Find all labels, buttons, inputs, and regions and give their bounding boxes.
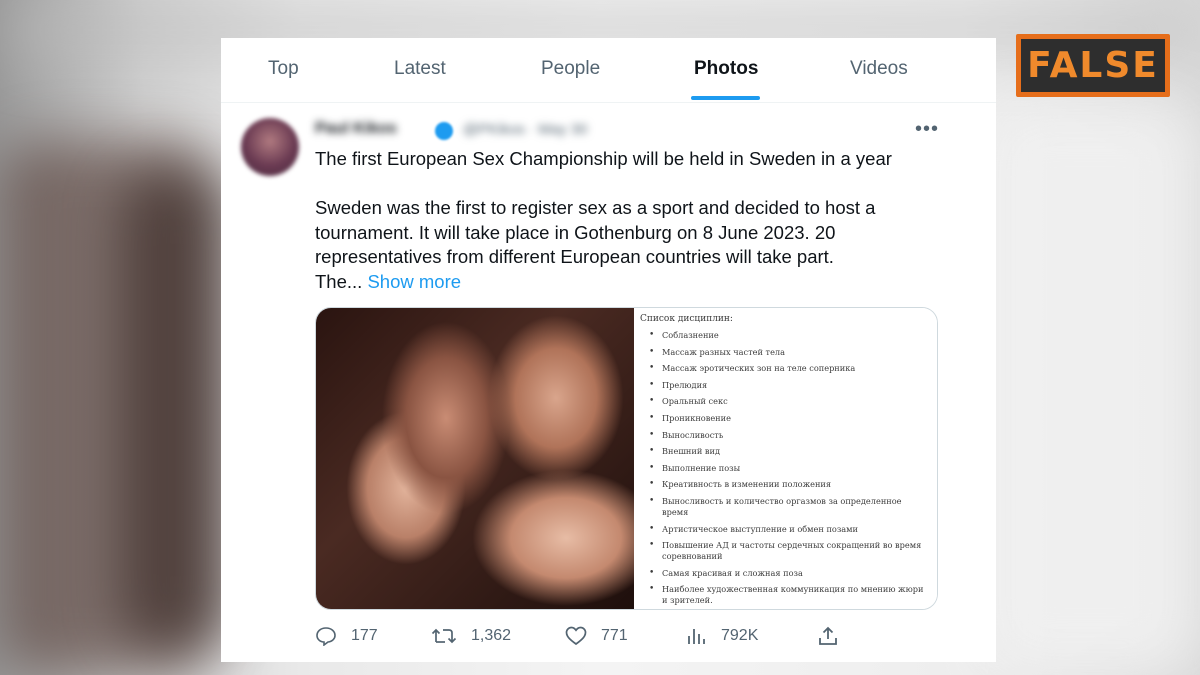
tweet-media[interactable]: Список дисциплин: Соблазнение Массаж разн… [315,307,938,610]
tweet-line-5: The... Show more [315,270,935,295]
discipline-item: Креативность в изменении положения [634,479,934,490]
show-more-link[interactable]: Show more [367,271,461,292]
tab-videos[interactable]: Videos [850,58,908,80]
tweet-text: The first European Sex Championship will… [315,147,935,294]
false-verdict-badge: FALSE [1016,34,1170,97]
background-blur-image [120,170,230,650]
discipline-item: Артистическое выступление и обмен позами [634,524,934,535]
retweet-icon [431,628,457,644]
retweet-count: 1,362 [471,627,512,644]
discipline-item: Наиболее художественная коммуникация по … [634,584,934,606]
discipline-item: Выносливость и количество оргазмов за оп… [634,496,934,518]
author-name[interactable]: Paul Kikos [315,120,397,138]
discipline-list: Соблазнение Массаж разных частей тела Масс… [634,330,934,609]
tweet-line-2: Sweden was the first to register sex as … [315,197,876,218]
tweet-line-3: tournament. It will take place in Gothen… [315,221,836,243]
tab-latest[interactable]: Latest [394,58,446,80]
discipline-item: Массаж эротических зон на теле соперника [634,363,934,374]
author-handle-and-date: @PKikos · May 30 [463,121,588,138]
discipline-item: Повышение АД и частоты сердечных сокраще… [634,540,934,562]
search-tabs: Top Latest People Photos Videos [221,38,996,103]
active-tab-indicator [691,96,760,100]
media-photo[interactable] [316,308,634,609]
share-icon [819,626,837,645]
discipline-item: Выносливость [634,430,934,441]
false-label: FALSE [1021,39,1165,92]
tab-people[interactable]: People [541,58,600,80]
media-discipline-list-image[interactable]: Список дисциплин: Соблазнение Массаж разн… [634,308,937,609]
tweet-line-4: representatives from different European … [315,246,834,267]
tweet-actions: 177 1,362 771 792K [315,624,935,648]
avatar[interactable] [241,118,299,176]
tab-top[interactable]: Top [268,58,299,80]
discipline-item: Внешний вид [634,446,934,457]
view-count: 792K [721,627,759,644]
discipline-item: Массаж разных частей тела [634,347,934,358]
discipline-item: Соблазнение [634,330,934,341]
discipline-item: Выполнение позы [634,463,934,474]
verified-badge-icon [435,122,453,140]
list-title: Список дисциплин: [640,314,733,324]
tweet-screenshot-card: Top Latest People Photos Videos Paul Kik… [221,38,996,662]
analytics-icon [688,629,705,644]
like-count: 771 [601,627,628,644]
discipline-item: Прелюдия [634,380,934,391]
heart-icon [565,626,587,646]
tweet-line-1: The first European Sex Championship will… [315,148,892,169]
tab-photos[interactable]: Photos [694,58,758,80]
background-blur-right [980,100,1200,675]
reply-count: 177 [351,627,378,644]
truncated-text: The... [315,270,363,292]
discipline-item: Самая красивая и сложная поза [634,568,934,579]
discipline-item: Проникновение [634,413,934,424]
more-options-icon[interactable]: ••• [915,119,939,139]
reply-icon [316,627,336,646]
discipline-item: Оральный секс [634,396,934,407]
